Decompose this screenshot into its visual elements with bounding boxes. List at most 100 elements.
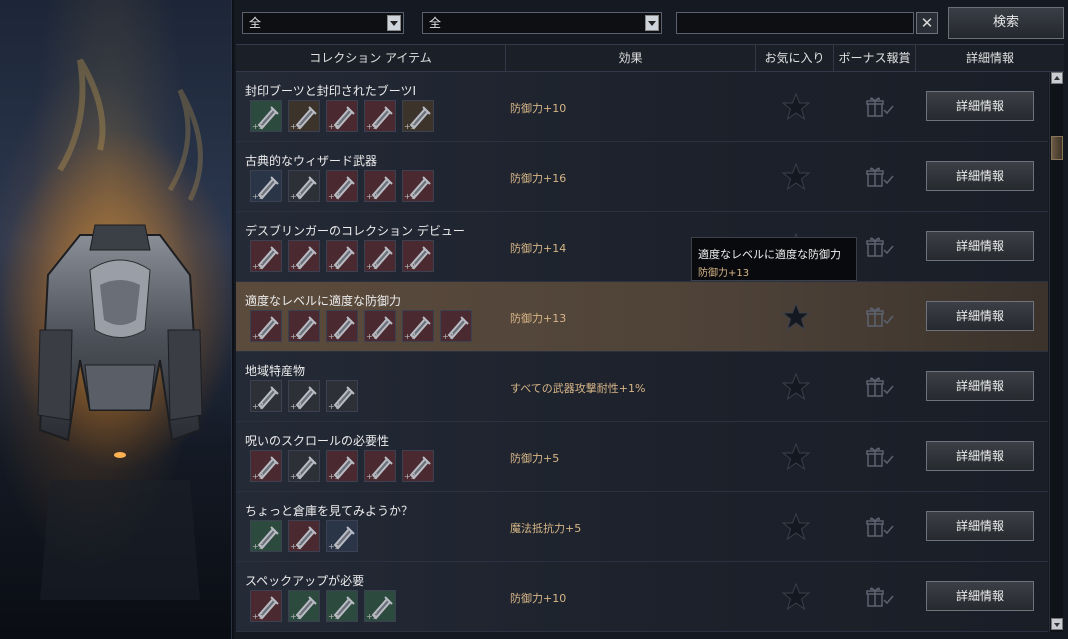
item-slot[interactable]: +5: [250, 100, 282, 132]
collection-list: 封印ブーツと封印されたブーツI +5 +5 +6 +5 +5 防御力+10 詳細情報 古典的なウ…: [236, 72, 1048, 632]
item-enhance-level: +7: [290, 192, 302, 201]
dropdown-arrow-icon[interactable]: [387, 15, 401, 31]
collection-row[interactable]: 封印ブーツと封印されたブーツI +5 +5 +6 +5 +5 防御力+10 詳細情報: [236, 72, 1048, 142]
bonus-reward-icon[interactable]: [866, 376, 894, 398]
item-slot[interactable]: +7: [326, 380, 358, 412]
item-slot[interactable]: +5: [288, 520, 320, 552]
scroll-up-button[interactable]: [1051, 72, 1063, 84]
favorite-star-icon[interactable]: [781, 372, 811, 402]
item-enhance-level: +7: [328, 332, 340, 341]
item-slot[interactable]: +9: [364, 240, 396, 272]
details-button[interactable]: 詳細情報: [926, 441, 1034, 471]
item-enhance-level: +5: [366, 612, 378, 621]
bonus-reward-icon[interactable]: [866, 586, 894, 608]
item-enhance-level: +7: [366, 332, 378, 341]
search-input[interactable]: [677, 14, 913, 34]
collection-items: +7 +7 +7: [250, 380, 358, 412]
search-field[interactable]: [676, 12, 914, 34]
item-slot[interactable]: +9: [288, 240, 320, 272]
collection-artwork: [0, 0, 232, 639]
favorite-star-icon[interactable]: [781, 162, 811, 192]
details-button[interactable]: 詳細情報: [926, 511, 1034, 541]
bonus-reward-icon[interactable]: [866, 236, 894, 258]
details-button[interactable]: 詳細情報: [926, 371, 1034, 401]
search-button[interactable]: 検索: [948, 7, 1064, 39]
item-enhance-level: +7: [290, 402, 302, 411]
collection-panel: 全 全 ✕ 検索 コレクション アイテム 効果 お気に入り ボーナス報賞 詳細情…: [234, 0, 1068, 639]
item-enhance-level: +9: [366, 192, 378, 201]
bonus-reward-icon[interactable]: [866, 306, 894, 328]
item-slot[interactable]: +7: [250, 380, 282, 412]
item-slot[interactable]: +9: [402, 170, 434, 202]
collection-name: 適度なレベルに適度な防御力: [245, 294, 402, 308]
header-effect: 効果: [506, 45, 756, 71]
item-slot[interactable]: +5: [250, 590, 282, 622]
item-slot[interactable]: +7: [326, 170, 358, 202]
details-button[interactable]: 詳細情報: [926, 301, 1034, 331]
collection-items: +3 +3 +3 +3 +3: [250, 450, 434, 482]
item-slot[interactable]: +5: [326, 590, 358, 622]
collection-effect: 防御力+5: [510, 452, 560, 465]
favorite-star-icon[interactable]: [781, 442, 811, 472]
category-filter-select[interactable]: 全: [242, 12, 404, 34]
item-slot[interactable]: +7: [326, 310, 358, 342]
item-slot[interactable]: +5: [250, 520, 282, 552]
status-filter-select[interactable]: 全: [422, 12, 662, 34]
details-button[interactable]: 詳細情報: [926, 161, 1034, 191]
bonus-reward-icon[interactable]: [866, 516, 894, 538]
item-slot[interactable]: +7: [288, 170, 320, 202]
item-slot[interactable]: +5: [288, 310, 320, 342]
item-slot[interactable]: +7: [288, 380, 320, 412]
details-button[interactable]: 詳細情報: [926, 581, 1034, 611]
item-enhance-level: +7: [252, 402, 264, 411]
item-slot[interactable]: +6: [326, 100, 358, 132]
clear-search-button[interactable]: ✕: [916, 12, 938, 34]
collection-row[interactable]: 古典的なウィザード武器 +5 +7 +7 +9 +9 防御力+16 詳細情報: [236, 142, 1048, 212]
item-slot[interactable]: +5: [288, 590, 320, 622]
collection-effect: 防御力+10: [510, 592, 567, 605]
collection-name: 封印ブーツと封印されたブーツI: [245, 84, 417, 98]
item-slot[interactable]: +9: [326, 240, 358, 272]
item-enhance-level: +9: [404, 192, 416, 201]
details-button[interactable]: 詳細情報: [926, 91, 1034, 121]
item-slot[interactable]: +5: [364, 100, 396, 132]
item-slot[interactable]: +3: [288, 450, 320, 482]
details-button[interactable]: 詳細情報: [926, 231, 1034, 261]
item-enhance-level: +5: [252, 332, 264, 341]
favorite-star-icon[interactable]: [781, 582, 811, 612]
bonus-reward-icon[interactable]: [866, 446, 894, 468]
bonus-reward-icon[interactable]: [866, 96, 894, 118]
favorite-star-icon[interactable]: [781, 512, 811, 542]
item-slot[interactable]: +5: [250, 240, 282, 272]
collection-row[interactable]: 適度なレベルに適度な防御力 +5 +5 +7 +7 +7 +7 防御力+13 詳細情報: [236, 282, 1048, 352]
favorite-star-icon[interactable]: [781, 92, 811, 122]
collection-row[interactable]: ちょっと倉庫を見てみようか？ +5 +5 +5 魔法抵抗力+5 詳細情報: [236, 492, 1048, 562]
item-slot[interactable]: +9: [402, 240, 434, 272]
list-scrollbar[interactable]: [1049, 72, 1063, 632]
item-slot[interactable]: +9: [364, 170, 396, 202]
item-slot[interactable]: +7: [402, 310, 434, 342]
item-slot[interactable]: +5: [288, 100, 320, 132]
filter-bar: 全 全 ✕ 検索: [234, 0, 1068, 44]
item-slot[interactable]: +3: [250, 450, 282, 482]
item-slot[interactable]: +3: [364, 450, 396, 482]
item-slot[interactable]: +5: [326, 520, 358, 552]
item-slot[interactable]: +7: [364, 310, 396, 342]
scroll-down-button[interactable]: [1051, 618, 1063, 630]
scroll-thumb[interactable]: [1051, 136, 1063, 160]
item-slot[interactable]: +5: [402, 100, 434, 132]
collection-row[interactable]: スペックアップが必要 +5 +5 +5 +5 防御力+10 詳細情報: [236, 562, 1048, 632]
collection-row[interactable]: 地域特産物 +7 +7 +7 すべての武器攻撃耐性+1% 詳細情報: [236, 352, 1048, 422]
item-slot[interactable]: +5: [250, 310, 282, 342]
item-slot[interactable]: +3: [326, 450, 358, 482]
item-slot[interactable]: +5: [364, 590, 396, 622]
bonus-reward-icon[interactable]: [866, 166, 894, 188]
favorite-star-icon[interactable]: [781, 302, 811, 332]
collection-row[interactable]: 呪いのスクロールの必要性 +3 +3 +3 +3 +3 防御力+5 詳細情報: [236, 422, 1048, 492]
item-slot[interactable]: +7: [440, 310, 472, 342]
collection-name: 地域特産物: [245, 364, 306, 378]
item-slot[interactable]: +3: [402, 450, 434, 482]
dropdown-arrow-icon[interactable]: [645, 15, 659, 31]
item-slot[interactable]: +5: [250, 170, 282, 202]
collection-row[interactable]: デスブリンガーのコレクション デビュー +5 +9 +9 +9 +9 防御力+14 詳細情報: [236, 212, 1048, 282]
